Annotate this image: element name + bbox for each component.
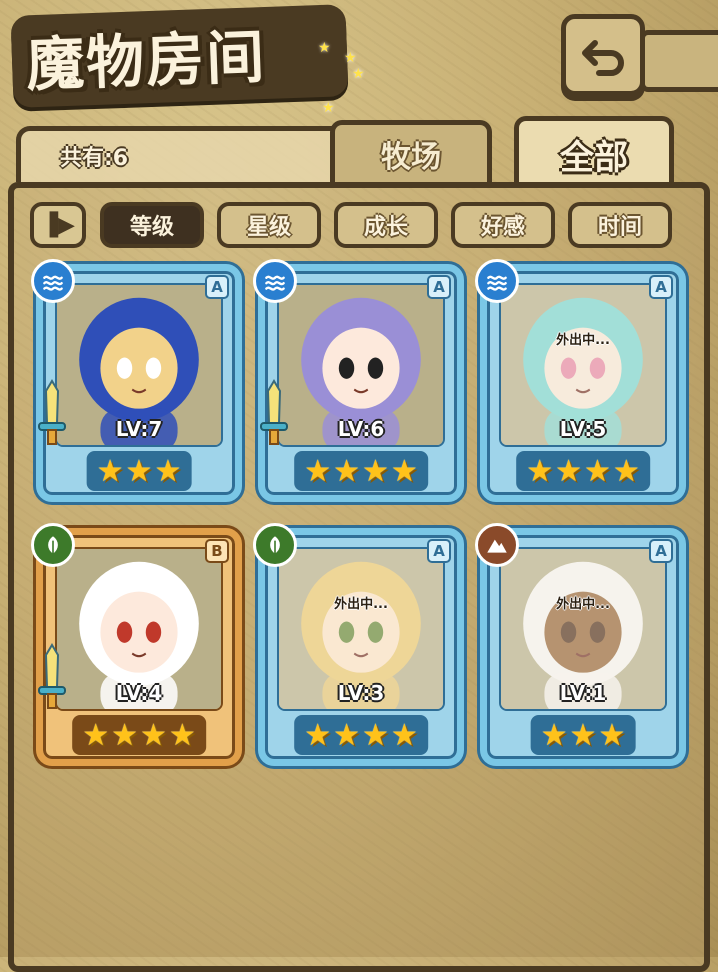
water-element-icon: [31, 259, 75, 303]
star-icon: ★: [584, 453, 611, 489]
monster-level: LV:7: [115, 417, 163, 441]
monster-card[interactable]: B LV:4 ★ ★ ★ ★: [31, 523, 242, 766]
water-element-icon: [253, 259, 297, 303]
star-icon: ★: [96, 453, 124, 489]
rank-badge: A: [427, 539, 451, 563]
sword-icon: [38, 643, 66, 709]
rank-badge: A: [205, 275, 229, 299]
filter-stars[interactable]: 星级: [217, 202, 321, 248]
monster-count: 共有:6: [60, 146, 129, 171]
star-icon: ★: [111, 717, 138, 753]
monster-card[interactable]: A LV:6 ★ ★ ★ ★: [253, 259, 464, 502]
monster-card[interactable]: 外出中... A LV:1 ★ ★ ★: [475, 523, 686, 766]
rank-badge: A: [427, 275, 451, 299]
filter-time[interactable]: 时间: [568, 202, 672, 248]
star-decoration-icon: ★: [322, 100, 335, 116]
star-rating: ★ ★ ★: [86, 451, 192, 491]
star-rating: ★ ★ ★: [530, 715, 636, 755]
monster-level: LV:1: [559, 681, 607, 705]
star-icon: ★: [333, 717, 360, 753]
star-rating: ★ ★ ★ ★: [72, 715, 206, 755]
water-element-icon: [475, 259, 519, 303]
earth-element-icon: [475, 523, 519, 567]
star-icon: ★: [140, 717, 167, 753]
filter-growth[interactable]: 成长: [334, 202, 438, 248]
monster-level: LV:6: [337, 417, 385, 441]
star-decoration-icon: ★: [352, 66, 365, 82]
away-status: 外出中...: [334, 597, 388, 612]
sword-icon: [38, 379, 66, 445]
monster-level: LV:4: [115, 681, 163, 705]
star-icon: ★: [540, 717, 568, 753]
monster-card[interactable]: 外出中... A LV:5 ★ ★ ★ ★: [475, 259, 686, 502]
back-button[interactable]: [561, 14, 645, 96]
rank-badge: A: [649, 275, 673, 299]
star-icon: ★: [304, 717, 332, 753]
tab-pasture[interactable]: 牧场: [330, 120, 492, 182]
star-rating: ★ ★ ★ ★: [294, 451, 428, 491]
tab-all[interactable]: 全部: [514, 116, 674, 188]
star-icon: ★: [390, 453, 418, 489]
away-status: 外出中...: [556, 597, 610, 612]
star-icon: ★: [82, 717, 110, 753]
star-decoration-icon: ★: [318, 40, 331, 56]
star-rating: ★ ★ ★ ★: [294, 715, 428, 755]
star-icon: ★: [304, 453, 332, 489]
leaf-element-icon: [253, 523, 297, 567]
filter-affection[interactable]: 好感: [451, 202, 555, 248]
monster-level: LV:3: [337, 681, 385, 705]
rank-badge: B: [205, 539, 229, 563]
star-icon: ★: [555, 453, 582, 489]
star-icon: ★: [125, 453, 153, 489]
star-icon: ★: [612, 453, 640, 489]
back-bar: [640, 30, 718, 92]
star-icon: ★: [362, 453, 389, 489]
star-icon: ★: [154, 453, 182, 489]
star-icon: ★: [526, 453, 554, 489]
star-icon: ★: [168, 717, 196, 753]
leaf-element-icon: [31, 523, 75, 567]
rank-badge: A: [649, 539, 673, 563]
back-arrow-icon: [582, 40, 624, 76]
sort-order-icon: ▐▶: [41, 212, 75, 238]
away-status: 外出中...: [556, 333, 610, 348]
monster-card[interactable]: A LV:7 ★ ★ ★: [31, 259, 242, 502]
page-title: 魔物房间: [25, 22, 268, 100]
star-icon: ★: [362, 717, 389, 753]
star-icon: ★: [569, 717, 597, 753]
filter-level[interactable]: 等级: [100, 202, 204, 248]
sword-icon: [260, 379, 288, 445]
monster-level: LV:5: [559, 417, 607, 441]
star-decoration-icon: ★: [344, 50, 357, 66]
sort-order-button[interactable]: ▐▶: [30, 202, 86, 248]
star-icon: ★: [598, 717, 626, 753]
star-rating: ★ ★ ★ ★: [516, 451, 650, 491]
star-icon: ★: [333, 453, 360, 489]
monster-card[interactable]: 外出中... A LV:3 ★ ★ ★ ★: [253, 523, 464, 766]
star-icon: ★: [390, 717, 418, 753]
